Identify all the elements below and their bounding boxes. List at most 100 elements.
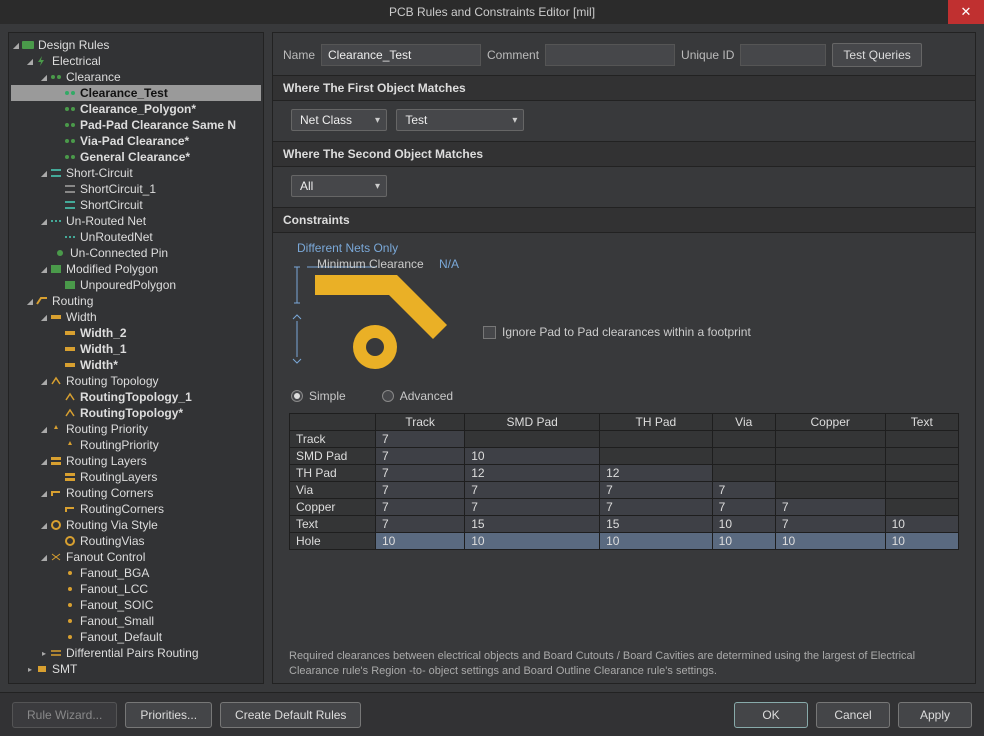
matrix-cell[interactable]: 10 [885, 533, 958, 550]
tree-fanout-bga[interactable]: Fanout_BGA [11, 565, 261, 581]
tree-unrouted-item[interactable]: UnRoutedNet [11, 229, 261, 245]
tree-routing-topology-1[interactable]: RoutingTopology_1 [11, 389, 261, 405]
tree-unrouted[interactable]: ◢Un-Routed Net [11, 213, 261, 229]
matrix-cell[interactable]: 7 [775, 499, 885, 516]
matrix-empty-cell [712, 448, 775, 465]
tree-fanout[interactable]: ◢Fanout Control [11, 549, 261, 565]
matrix-cell[interactable]: 15 [465, 516, 600, 533]
rules-icon [21, 39, 35, 51]
matrix-cell[interactable]: 7 [600, 482, 713, 499]
matrix-cell[interactable]: 15 [600, 516, 713, 533]
tree-routing-topology[interactable]: ◢Routing Topology [11, 373, 261, 389]
tree-routing-layers-item[interactable]: RoutingLayers [11, 469, 261, 485]
tree-routing-layers[interactable]: ◢Routing Layers [11, 453, 261, 469]
tree-clearance-polygon[interactable]: Clearance_Polygon* [11, 101, 261, 117]
titlebar: PCB Rules and Constraints Editor [mil] ✕ [0, 0, 984, 24]
matrix-cell[interactable]: 7 [465, 482, 600, 499]
matrix-cell[interactable]: 12 [600, 465, 713, 482]
tree-width[interactable]: ◢Width [11, 309, 261, 325]
tree-diff-pairs[interactable]: ▸Differential Pairs Routing [11, 645, 261, 661]
layers-icon [49, 455, 63, 467]
tree-width-star[interactable]: Width* [11, 357, 261, 373]
topo-icon [49, 375, 63, 387]
matrix-cell[interactable]: 10 [465, 533, 600, 550]
matrix-cell[interactable]: 7 [376, 465, 465, 482]
matrix-cell[interactable]: 10 [376, 533, 465, 550]
tree-routing-priority-item[interactable]: RoutingPriority [11, 437, 261, 453]
tree-short-circuit-item[interactable]: ShortCircuit [11, 197, 261, 213]
matrix-cell[interactable]: 7 [600, 499, 713, 516]
tree-routing-priority[interactable]: ◢Routing Priority [11, 421, 261, 437]
matrix-cell[interactable]: 7 [376, 431, 465, 448]
first-match-value-dropdown[interactable]: Test [396, 109, 524, 131]
cancel-button[interactable]: Cancel [816, 702, 890, 728]
tree-clearance[interactable]: ◢Clearance [11, 69, 261, 85]
matrix-row: Text7151510710 [290, 516, 959, 533]
rule-icon [63, 103, 77, 115]
second-match-type-dropdown[interactable]: All [291, 175, 387, 197]
rule-icon [63, 535, 77, 547]
tree-fanout-lcc[interactable]: Fanout_LCC [11, 581, 261, 597]
matrix-cell[interactable]: 7 [465, 499, 600, 516]
tree-fanout-soic[interactable]: Fanout_SOIC [11, 597, 261, 613]
tree-routing-corners[interactable]: ◢Routing Corners [11, 485, 261, 501]
matrix-cell[interactable]: 12 [465, 465, 600, 482]
tree-routing-via-style[interactable]: ◢Routing Via Style [11, 517, 261, 533]
first-match-type-dropdown[interactable]: Net Class [291, 109, 387, 131]
ok-button[interactable]: OK [734, 702, 808, 728]
tree-routing-topology-star[interactable]: RoutingTopology* [11, 405, 261, 421]
tree-short-circuit-1[interactable]: ShortCircuit_1 [11, 181, 261, 197]
create-default-rules-button[interactable]: Create Default Rules [220, 702, 361, 728]
tree-unpoured[interactable]: UnpouredPolygon [11, 277, 261, 293]
matrix-cell[interactable]: 7 [712, 482, 775, 499]
matrix-cell[interactable]: 10 [775, 533, 885, 550]
matrix-cell[interactable]: 7 [376, 482, 465, 499]
rule-icon [63, 279, 77, 291]
tree-routing-vias[interactable]: RoutingVias [11, 533, 261, 549]
matrix-col-header: SMD Pad [465, 414, 600, 431]
matrix-cell[interactable]: 7 [376, 448, 465, 465]
comment-input[interactable] [545, 44, 675, 66]
matrix-cell[interactable]: 10 [600, 533, 713, 550]
mode-advanced-radio[interactable]: Advanced [382, 389, 453, 403]
matrix-cell[interactable]: 7 [376, 516, 465, 533]
tree-fanout-small[interactable]: Fanout_Small [11, 613, 261, 629]
tree-modified-polygon[interactable]: ◢Modified Polygon [11, 261, 261, 277]
matrix-cell[interactable]: 7 [775, 516, 885, 533]
tree-electrical[interactable]: ◢Electrical [11, 53, 261, 69]
unique-id-input[interactable] [740, 44, 826, 66]
apply-button[interactable]: Apply [898, 702, 972, 728]
mode-simple-radio[interactable]: Simple [291, 389, 346, 403]
priorities-button[interactable]: Priorities... [125, 702, 212, 728]
tree-width-1[interactable]: Width_1 [11, 341, 261, 357]
tree-via-pad[interactable]: Via-Pad Clearance* [11, 133, 261, 149]
tree-pad-pad[interactable]: Pad-Pad Clearance Same N [11, 117, 261, 133]
name-input[interactable] [321, 44, 481, 66]
matrix-row-header: Text [290, 516, 376, 533]
rule-icon [63, 87, 77, 99]
matrix-cell[interactable]: 10 [712, 533, 775, 550]
matrix-cell[interactable]: 10 [465, 448, 600, 465]
tree-general-clearance[interactable]: General Clearance* [11, 149, 261, 165]
matrix-cell[interactable]: 10 [885, 516, 958, 533]
tree-routing[interactable]: ◢Routing [11, 293, 261, 309]
rule-icon [63, 471, 77, 483]
rules-tree[interactable]: ◢Design Rules ◢Electrical ◢Clearance Cle… [8, 32, 264, 684]
comment-label: Comment [487, 48, 539, 62]
tree-short-circuit[interactable]: ◢Short-Circuit [11, 165, 261, 181]
tree-unconnected[interactable]: Un-Connected Pin [11, 245, 261, 261]
matrix-cell[interactable]: 7 [712, 499, 775, 516]
ignore-pad-checkbox[interactable] [483, 326, 496, 339]
close-button[interactable]: ✕ [948, 0, 984, 24]
tree-clearance-test[interactable]: Clearance_Test [11, 85, 261, 101]
matrix-cell[interactable]: 10 [712, 516, 775, 533]
tree-smt[interactable]: ▸SMT [11, 661, 261, 677]
test-queries-button[interactable]: Test Queries [832, 43, 921, 67]
tree-routing-corners-item[interactable]: RoutingCorners [11, 501, 261, 517]
tree-root[interactable]: ◢Design Rules [11, 37, 261, 53]
rule-wizard-button[interactable]: Rule Wizard... [12, 702, 117, 728]
tree-fanout-default[interactable]: Fanout_Default [11, 629, 261, 645]
matrix-cell[interactable]: 7 [376, 499, 465, 516]
tree-width-2[interactable]: Width_2 [11, 325, 261, 341]
fanout-icon [49, 551, 63, 563]
